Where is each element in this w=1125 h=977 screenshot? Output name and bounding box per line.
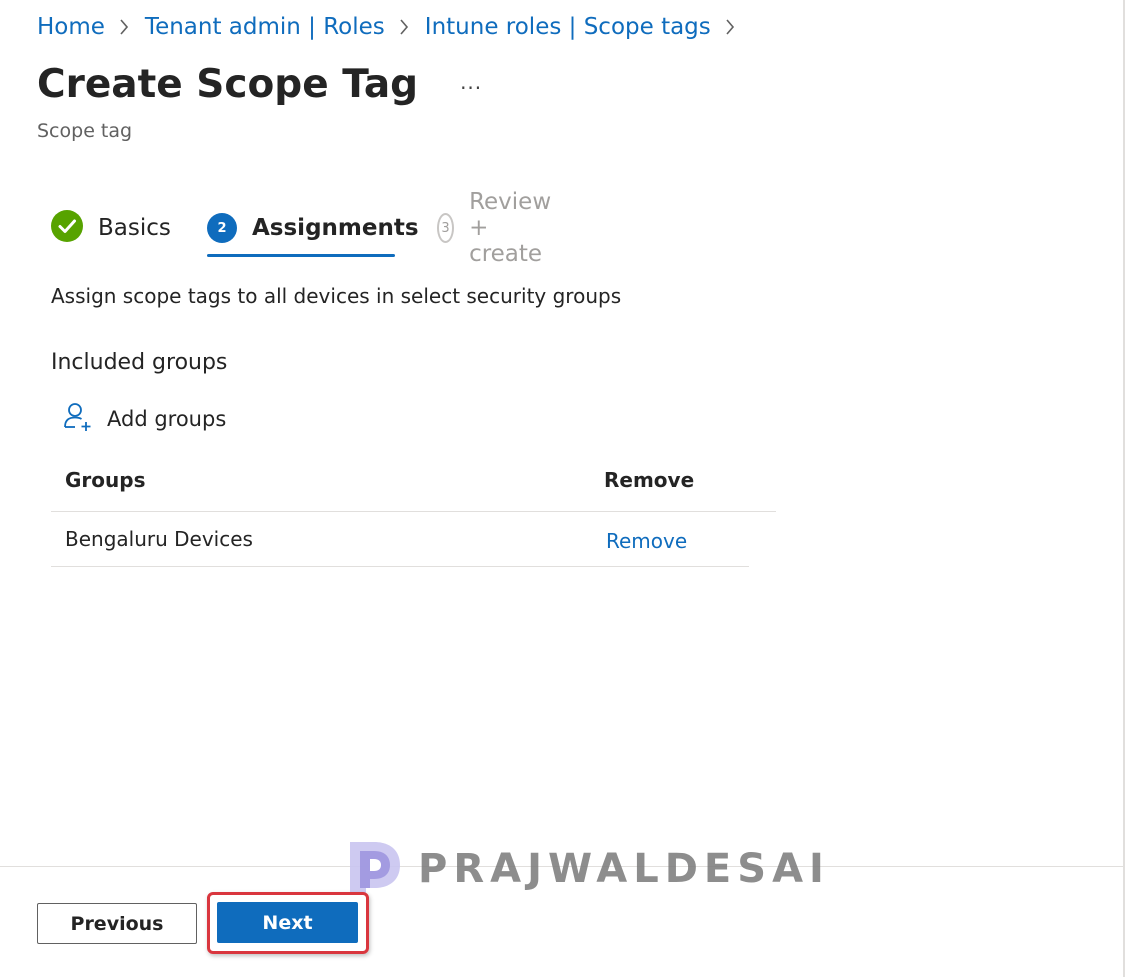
chevron-right-icon [119, 18, 129, 36]
active-step-indicator [207, 254, 395, 257]
remove-group-link[interactable]: Remove [606, 529, 687, 553]
group-name-cell: Bengaluru Devices [65, 527, 253, 551]
step-assignments-label: Assignments [252, 215, 419, 241]
create-scope-tag-page: Home Tenant admin | Roles Intune roles |… [0, 0, 1125, 977]
breadcrumb-tenant-admin-roles[interactable]: Tenant admin | Roles [145, 14, 385, 40]
previous-button[interactable]: Previous [37, 903, 197, 944]
column-header-groups: Groups [65, 468, 146, 492]
page-title: Create Scope Tag [37, 62, 419, 107]
assignments-description: Assign scope tags to all devices in sele… [51, 284, 622, 308]
step-review-create[interactable]: 3 Review + create [437, 189, 564, 267]
checkmark-circle-icon [51, 210, 83, 246]
column-header-remove: Remove [604, 468, 695, 492]
breadcrumb-home[interactable]: Home [37, 14, 105, 40]
step-review-create-label: Review + create [469, 189, 552, 267]
step-assignments[interactable]: 2 Assignments [207, 208, 419, 248]
table-row: Bengaluru Devices Remove [51, 512, 749, 567]
step-basics-label: Basics [98, 215, 171, 241]
breadcrumb-intune-roles-scope-tags[interactable]: Intune roles | Scope tags [425, 14, 711, 40]
add-groups-label: Add groups [107, 407, 227, 431]
title-row: Create Scope Tag ... [37, 62, 482, 107]
watermark-text: PRAJWALDESAI [418, 846, 830, 892]
step-basics[interactable]: Basics [51, 208, 171, 248]
chevron-right-icon [399, 18, 409, 36]
chevron-right-icon [725, 18, 735, 36]
more-options-button[interactable]: ... [460, 70, 482, 94]
watermark-logo-icon [346, 838, 404, 900]
next-button[interactable]: Next [217, 902, 358, 943]
breadcrumb: Home Tenant admin | Roles Intune roles |… [37, 14, 751, 40]
step-number-3-icon: 3 [437, 213, 455, 243]
watermark: PRAJWALDESAI [346, 838, 830, 900]
add-groups-button[interactable]: Add groups [63, 402, 226, 436]
add-user-icon [63, 402, 93, 436]
step-number-2-icon: 2 [207, 213, 237, 243]
page-subtitle: Scope tag [37, 120, 133, 142]
included-groups-heading: Included groups [51, 350, 228, 375]
